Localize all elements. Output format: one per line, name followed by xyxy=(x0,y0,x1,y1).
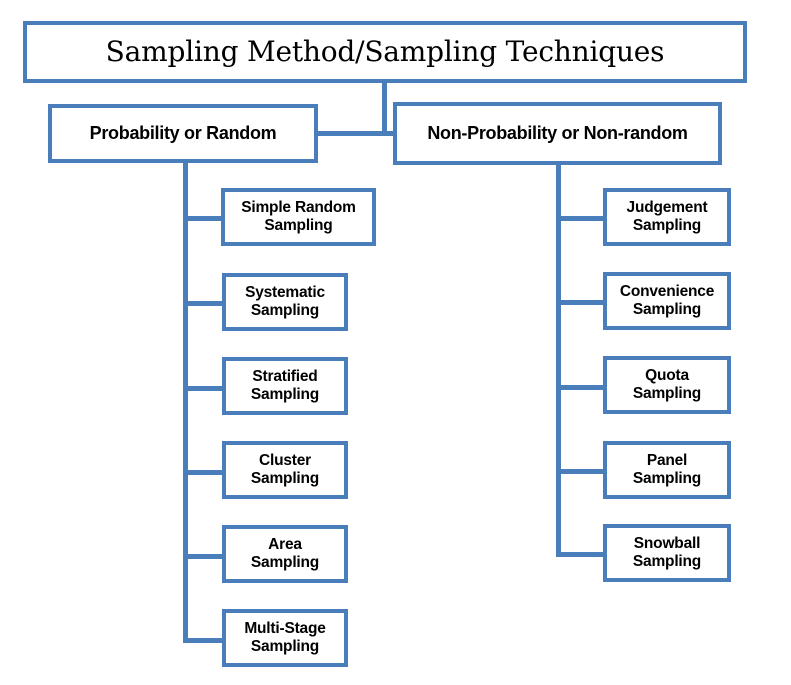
connector-elbow-probability-1 xyxy=(183,216,223,221)
connector-elbow-non-probability-4 xyxy=(556,469,605,474)
leaf-box-multi-stage-sampling[interactable]: Multi-Stage Sampling xyxy=(222,609,348,667)
connector-level2-bar xyxy=(318,131,395,136)
sampling-methods-diagram: Sampling Method/Sampling Techniques Prob… xyxy=(0,0,791,685)
connector-elbow-probability-5 xyxy=(183,554,224,559)
leaf-label: Multi-Stage Sampling xyxy=(244,620,326,655)
leaf-box-stratified-sampling[interactable]: Stratified Sampling xyxy=(222,357,348,415)
leaf-box-panel-sampling[interactable]: Panel Sampling xyxy=(603,441,731,499)
leaf-label: Snowball Sampling xyxy=(632,535,702,570)
branch-label-probability: Probability or Random xyxy=(89,123,277,144)
diagram-title-text: Sampling Method/Sampling Techniques xyxy=(105,34,665,68)
leaf-box-convenience-sampling[interactable]: Convenience Sampling xyxy=(603,272,731,330)
leaf-label: Cluster Sampling xyxy=(250,452,320,487)
connector-trunk-probability xyxy=(183,163,188,642)
leaf-label: Judgement Sampling xyxy=(626,199,708,234)
leaf-box-area-sampling[interactable]: Area Sampling xyxy=(222,525,348,583)
leaf-label: Quota Sampling xyxy=(632,367,702,402)
branch-box-non-probability[interactable]: Non-Probability or Non-random xyxy=(393,102,722,165)
connector-trunk-non-probability xyxy=(556,165,561,555)
branch-box-probability[interactable]: Probability or Random xyxy=(48,104,318,163)
connector-elbow-non-probability-1 xyxy=(556,216,605,221)
connector-elbow-non-probability-3 xyxy=(556,385,605,390)
connector-elbow-non-probability-5 xyxy=(556,552,605,557)
leaf-label: Area Sampling xyxy=(250,536,320,571)
leaf-box-quota-sampling[interactable]: Quota Sampling xyxy=(603,356,731,414)
connector-elbow-probability-3 xyxy=(183,386,224,391)
leaf-box-systematic-sampling[interactable]: Systematic Sampling xyxy=(222,273,348,331)
leaf-box-simple-random-sampling[interactable]: Simple Random Sampling xyxy=(221,188,376,246)
leaf-box-judgement-sampling[interactable]: Judgement Sampling xyxy=(603,188,731,246)
leaf-label: Stratified Sampling xyxy=(250,368,320,403)
diagram-title-box: Sampling Method/Sampling Techniques xyxy=(23,21,747,83)
connector-elbow-non-probability-2 xyxy=(556,300,605,305)
leaf-label: Convenience Sampling xyxy=(619,283,715,318)
leaf-label: Panel Sampling xyxy=(632,452,702,487)
connector-elbow-probability-6 xyxy=(183,638,224,643)
leaf-label: Simple Random Sampling xyxy=(241,199,356,234)
connector-elbow-probability-4 xyxy=(183,470,224,475)
branch-label-non-probability: Non-Probability or Non-random xyxy=(427,123,688,144)
leaf-box-cluster-sampling[interactable]: Cluster Sampling xyxy=(222,441,348,499)
connector-title-stem xyxy=(382,83,387,135)
connector-elbow-probability-2 xyxy=(183,301,224,306)
leaf-label: Systematic Sampling xyxy=(245,284,325,319)
leaf-box-snowball-sampling[interactable]: Snowball Sampling xyxy=(603,524,731,582)
